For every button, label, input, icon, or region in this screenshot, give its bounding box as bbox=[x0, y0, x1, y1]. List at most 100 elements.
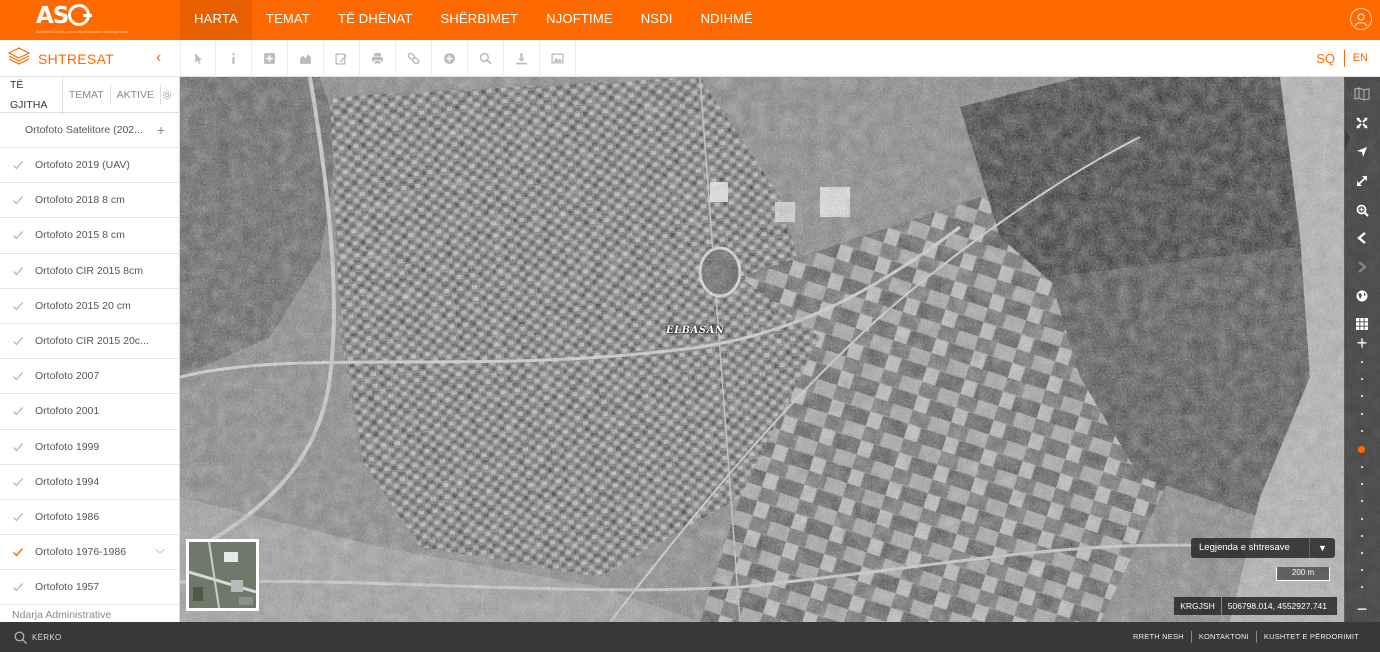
zoom-level-tick[interactable] bbox=[1361, 535, 1363, 537]
layer-item[interactable]: Ortofoto 2001 bbox=[0, 394, 179, 430]
layer-item[interactable]: Ortofoto 2018 8 cm bbox=[0, 183, 179, 219]
globe-icon[interactable] bbox=[1352, 286, 1372, 306]
layer-item[interactable]: Ndarja Administrative bbox=[0, 605, 179, 622]
layer-item[interactable]: Ortofoto 1957 bbox=[0, 570, 179, 606]
nav-njoftime[interactable]: NJOFTIME bbox=[532, 0, 627, 40]
coord-system[interactable]: KRGJSH bbox=[1174, 597, 1222, 615]
check-icon[interactable] bbox=[12, 194, 24, 206]
back-icon[interactable] bbox=[1352, 228, 1372, 248]
zoom-level-tick[interactable] bbox=[1361, 586, 1363, 588]
check-icon[interactable] bbox=[12, 476, 24, 488]
check-icon[interactable] bbox=[12, 335, 24, 347]
layer-item[interactable]: Ortofoto CIR 2015 20c... bbox=[0, 324, 179, 360]
layer-item[interactable]: Ortofoto Satelitore (202... + bbox=[0, 113, 179, 148]
search-icon[interactable] bbox=[468, 40, 504, 77]
user-icon[interactable] bbox=[1350, 8, 1372, 30]
layer-item[interactable]: Ortofoto 2015 20 cm bbox=[0, 289, 179, 324]
nav-sherbimet[interactable]: SHËRBIMET bbox=[426, 0, 532, 40]
layers-icon bbox=[7, 47, 31, 70]
check-icon[interactable] bbox=[12, 370, 24, 382]
layer-item[interactable]: Ortofoto 1986 bbox=[0, 500, 179, 536]
zoom-box-icon[interactable] bbox=[1352, 200, 1372, 220]
overview-minimap[interactable] bbox=[186, 539, 259, 611]
basemap-icon[interactable] bbox=[1352, 84, 1372, 104]
lang-separator bbox=[1344, 50, 1345, 67]
grid-icon[interactable] bbox=[1352, 314, 1372, 334]
check-icon[interactable] bbox=[12, 265, 24, 277]
layer-label: Ortofoto CIR 2015 8cm bbox=[35, 264, 143, 277]
print-icon[interactable] bbox=[360, 40, 396, 77]
search-icon bbox=[14, 631, 27, 644]
layer-item[interactable]: Ortofoto 1999 bbox=[0, 430, 179, 465]
plus-circle-icon[interactable] bbox=[432, 40, 468, 77]
check-icon[interactable] bbox=[12, 405, 24, 417]
pointer-icon[interactable] bbox=[180, 40, 216, 77]
zoom-level-tick[interactable] bbox=[1361, 430, 1363, 432]
nav-harta[interactable]: HARTA bbox=[180, 0, 252, 40]
locate-icon[interactable] bbox=[1352, 142, 1372, 162]
link-rreth-nesh[interactable]: RRETH NESH bbox=[1126, 631, 1191, 643]
nav-te-dhenat[interactable]: TË DHËNAT bbox=[324, 0, 427, 40]
edit-icon[interactable] bbox=[324, 40, 360, 77]
chevron-down-icon[interactable]: ﹀ bbox=[155, 546, 165, 561]
search-box[interactable]: KËRKO bbox=[14, 631, 62, 644]
fullscreen-icon[interactable] bbox=[1352, 113, 1372, 133]
plus-icon[interactable]: + bbox=[157, 123, 165, 137]
info-icon[interactable] bbox=[216, 40, 252, 77]
settings-gear-icon[interactable] bbox=[161, 88, 173, 102]
zoom-level-tick[interactable] bbox=[1361, 361, 1363, 363]
check-icon[interactable] bbox=[12, 581, 24, 593]
chevron-left-icon[interactable]: ‹ bbox=[156, 50, 161, 66]
zoom-level-tick[interactable] bbox=[1361, 518, 1363, 520]
zoom-level-tick[interactable] bbox=[1361, 552, 1363, 554]
asig-logo[interactable]: AS Autoriteti Shtetëror për Informacioni… bbox=[36, 4, 129, 36]
profile-chart-icon[interactable] bbox=[288, 40, 324, 77]
image-icon[interactable] bbox=[540, 40, 576, 77]
layer-item[interactable]: Ortofoto 2007 bbox=[0, 359, 179, 395]
chevron-down-icon[interactable]: ▼ bbox=[1309, 538, 1335, 558]
nav-nsdi[interactable]: NSDI bbox=[627, 0, 687, 40]
layer-item[interactable]: Ortofoto 1994 bbox=[0, 465, 179, 500]
zoom-level-tick[interactable] bbox=[1361, 378, 1363, 380]
zoom-level-tick[interactable] bbox=[1361, 500, 1363, 502]
tab-aktive[interactable]: AKTIVE bbox=[111, 84, 162, 105]
lang-sq[interactable]: SQ bbox=[1316, 40, 1335, 77]
zoom-level-tick[interactable] bbox=[1361, 483, 1363, 485]
zoom-level-tick[interactable] bbox=[1361, 466, 1363, 468]
link-icon[interactable] bbox=[396, 40, 432, 77]
zoom-in-icon[interactable]: + bbox=[1352, 333, 1372, 353]
link-kontaktoni[interactable]: KONTAKTONI bbox=[1190, 631, 1256, 643]
nav-temat[interactable]: TEMAT bbox=[252, 0, 324, 40]
layer-label: Ortofoto 2018 8 cm bbox=[35, 194, 125, 207]
zoom-level-current[interactable] bbox=[1358, 446, 1365, 453]
zoom-level-tick[interactable] bbox=[1361, 413, 1363, 415]
layer-item[interactable]: Ortofoto 2015 8 cm bbox=[0, 218, 179, 254]
download-icon[interactable] bbox=[504, 40, 540, 77]
lang-en[interactable]: EN bbox=[1353, 40, 1368, 77]
zoom-level-tick[interactable] bbox=[1361, 395, 1363, 397]
logo-subtitle: Autoriteti Shtetëror për Informacionin G… bbox=[36, 29, 129, 34]
tab-temat[interactable]: TEMAT bbox=[63, 84, 111, 105]
check-icon[interactable] bbox=[12, 159, 24, 171]
main-nav: HARTA TEMAT TË DHËNAT SHËRBIMET NJOFTIME… bbox=[180, 0, 767, 40]
layer-item[interactable]: Ortofoto CIR 2015 8cm bbox=[0, 254, 179, 289]
layer-label: Ortofoto 1994 bbox=[35, 475, 100, 488]
nav-ndihme[interactable]: NDIHMË bbox=[687, 0, 767, 40]
layer-item[interactable]: Ortofoto 1976-1986 ﹀ bbox=[0, 535, 179, 571]
forward-icon[interactable] bbox=[1352, 257, 1372, 277]
tab-te-gjitha[interactable]: TË GJITHA bbox=[4, 77, 63, 115]
check-icon[interactable] bbox=[12, 300, 24, 312]
link-kushtet[interactable]: KUSHTET E PËRDORIMIT bbox=[1255, 631, 1366, 643]
legend-button[interactable]: Legjenda e shtresave ▼ bbox=[1191, 538, 1335, 558]
add-icon[interactable] bbox=[252, 40, 288, 77]
coord-value: 506798.014, 4552927.741 bbox=[1227, 601, 1327, 611]
map-view[interactable]: ELBASAN Legjenda e shtresave ▼ 200 m KRG… bbox=[180, 77, 1380, 622]
check-icon[interactable] bbox=[12, 546, 24, 558]
check-icon[interactable] bbox=[12, 511, 24, 523]
expand-icon[interactable] bbox=[1352, 171, 1372, 191]
layer-item[interactable]: Ortofoto 2019 (UAV) bbox=[0, 148, 179, 184]
check-icon[interactable] bbox=[12, 229, 24, 241]
zoom-level-tick[interactable] bbox=[1361, 569, 1363, 571]
check-icon[interactable] bbox=[12, 441, 24, 453]
zoom-out-icon[interactable]: − bbox=[1352, 599, 1372, 619]
